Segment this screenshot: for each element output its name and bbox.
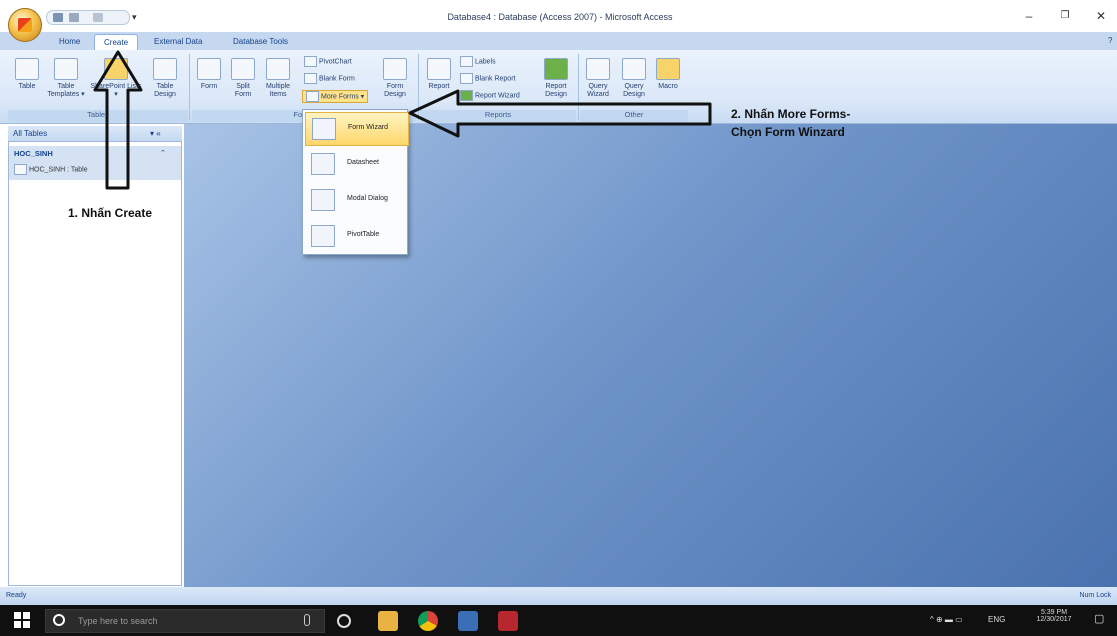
annotation-step-2-line-1: 2. Nhấn More Forms- xyxy=(731,107,851,121)
up-arrow-annotation xyxy=(93,50,143,190)
annotation-step-2-line-2: Chọn Form Winzard xyxy=(731,125,845,139)
left-arrow-annotation xyxy=(408,89,712,138)
annotation-step-1: 1. Nhấn Create xyxy=(68,206,153,220)
annotation-arrows xyxy=(93,50,712,190)
